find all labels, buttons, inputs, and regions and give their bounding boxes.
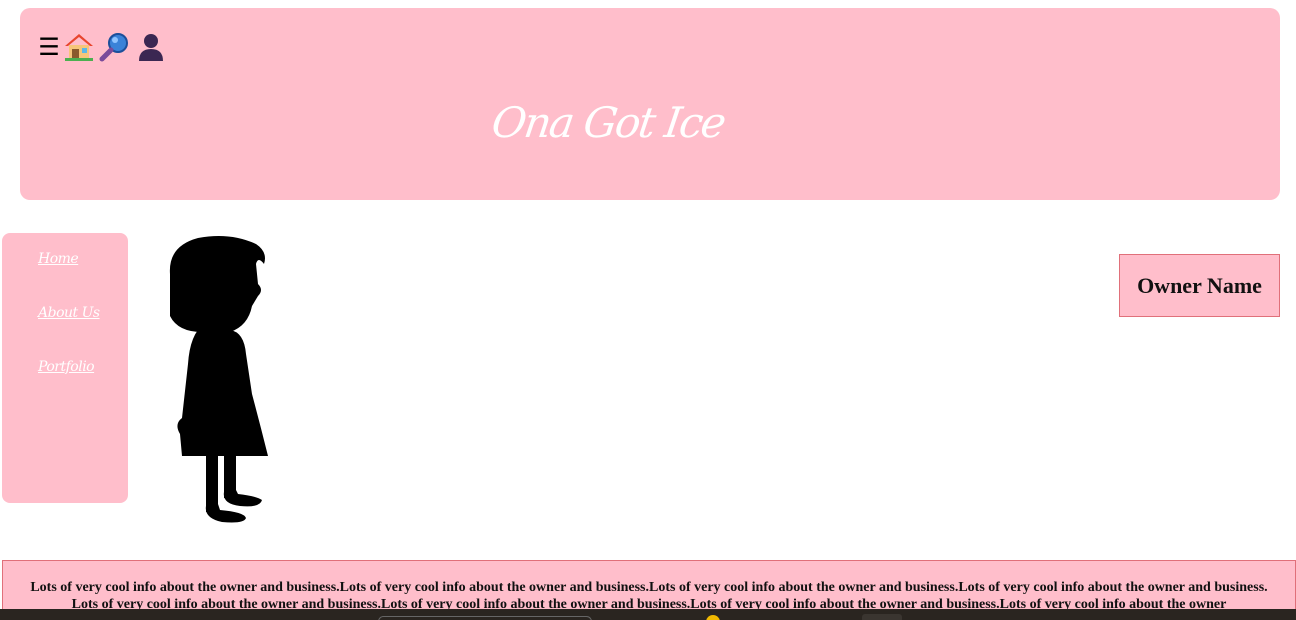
taskbar-app-tile[interactable] — [862, 614, 902, 620]
menu-icon[interactable]: ☰ — [38, 32, 60, 62]
owner-info-text: Lots of very cool info about the owner a… — [30, 580, 1268, 612]
owner-name-text: Owner Name — [1137, 272, 1262, 298]
site-title: Ona Got Ice — [488, 98, 728, 147]
header-banner: ☰ Ona Got Ice — [20, 8, 1280, 200]
header-icon-row: ☰ — [38, 32, 168, 62]
home-icon[interactable] — [62, 32, 96, 62]
sidebar-item-home[interactable]: Home — [38, 251, 79, 267]
owner-name-box: Owner Name — [1119, 254, 1280, 317]
sidebar-item-portfolio[interactable]: Portfolio — [38, 359, 95, 375]
page: ☰ Ona Got Ice Home About Us Portfolio Ow… — [0, 0, 1296, 620]
taskbar-app-icon[interactable] — [706, 615, 720, 620]
sidebar-nav: Home About Us Portfolio — [2, 233, 128, 503]
os-taskbar — [0, 609, 1296, 620]
search-icon[interactable] — [98, 32, 132, 62]
user-icon[interactable] — [134, 32, 168, 62]
sidebar-item-about-us[interactable]: About Us — [38, 305, 100, 321]
taskbar-search-box[interactable] — [378, 616, 592, 620]
girl-silhouette-image — [169, 236, 268, 523]
